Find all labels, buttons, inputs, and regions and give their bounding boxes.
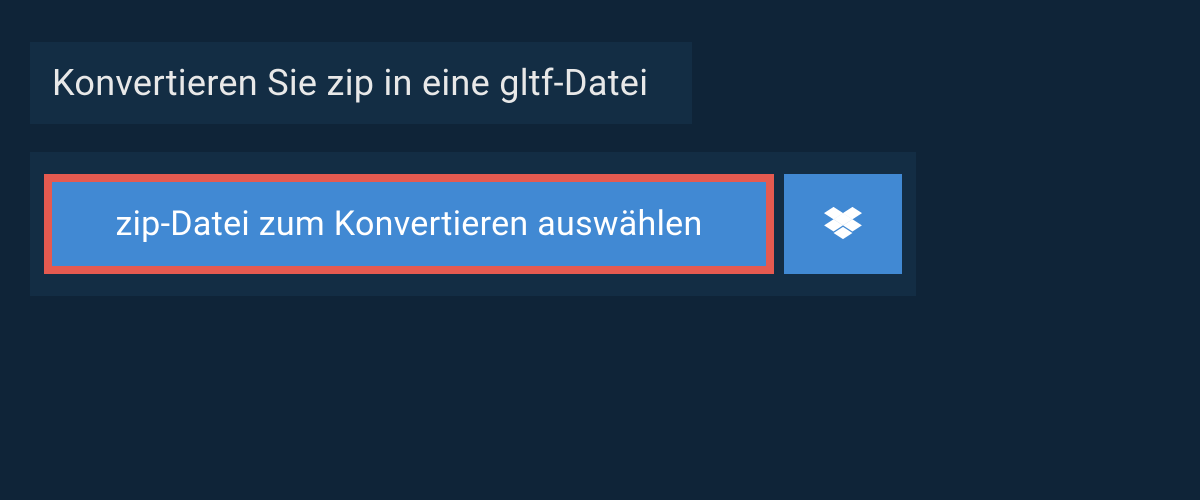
select-file-button-label: zip-Datei zum Konvertieren auswählen (115, 204, 702, 244)
converter-panel: Konvertieren Sie zip in eine gltf-Datei … (0, 0, 1200, 296)
dropbox-icon (824, 207, 862, 241)
dropbox-button[interactable] (784, 174, 902, 274)
title-bar: Konvertieren Sie zip in eine gltf-Datei (30, 42, 692, 124)
page-title: Konvertieren Sie zip in eine gltf-Datei (52, 62, 648, 104)
button-row: zip-Datei zum Konvertieren auswählen (30, 152, 916, 296)
select-file-button[interactable]: zip-Datei zum Konvertieren auswählen (44, 174, 774, 274)
